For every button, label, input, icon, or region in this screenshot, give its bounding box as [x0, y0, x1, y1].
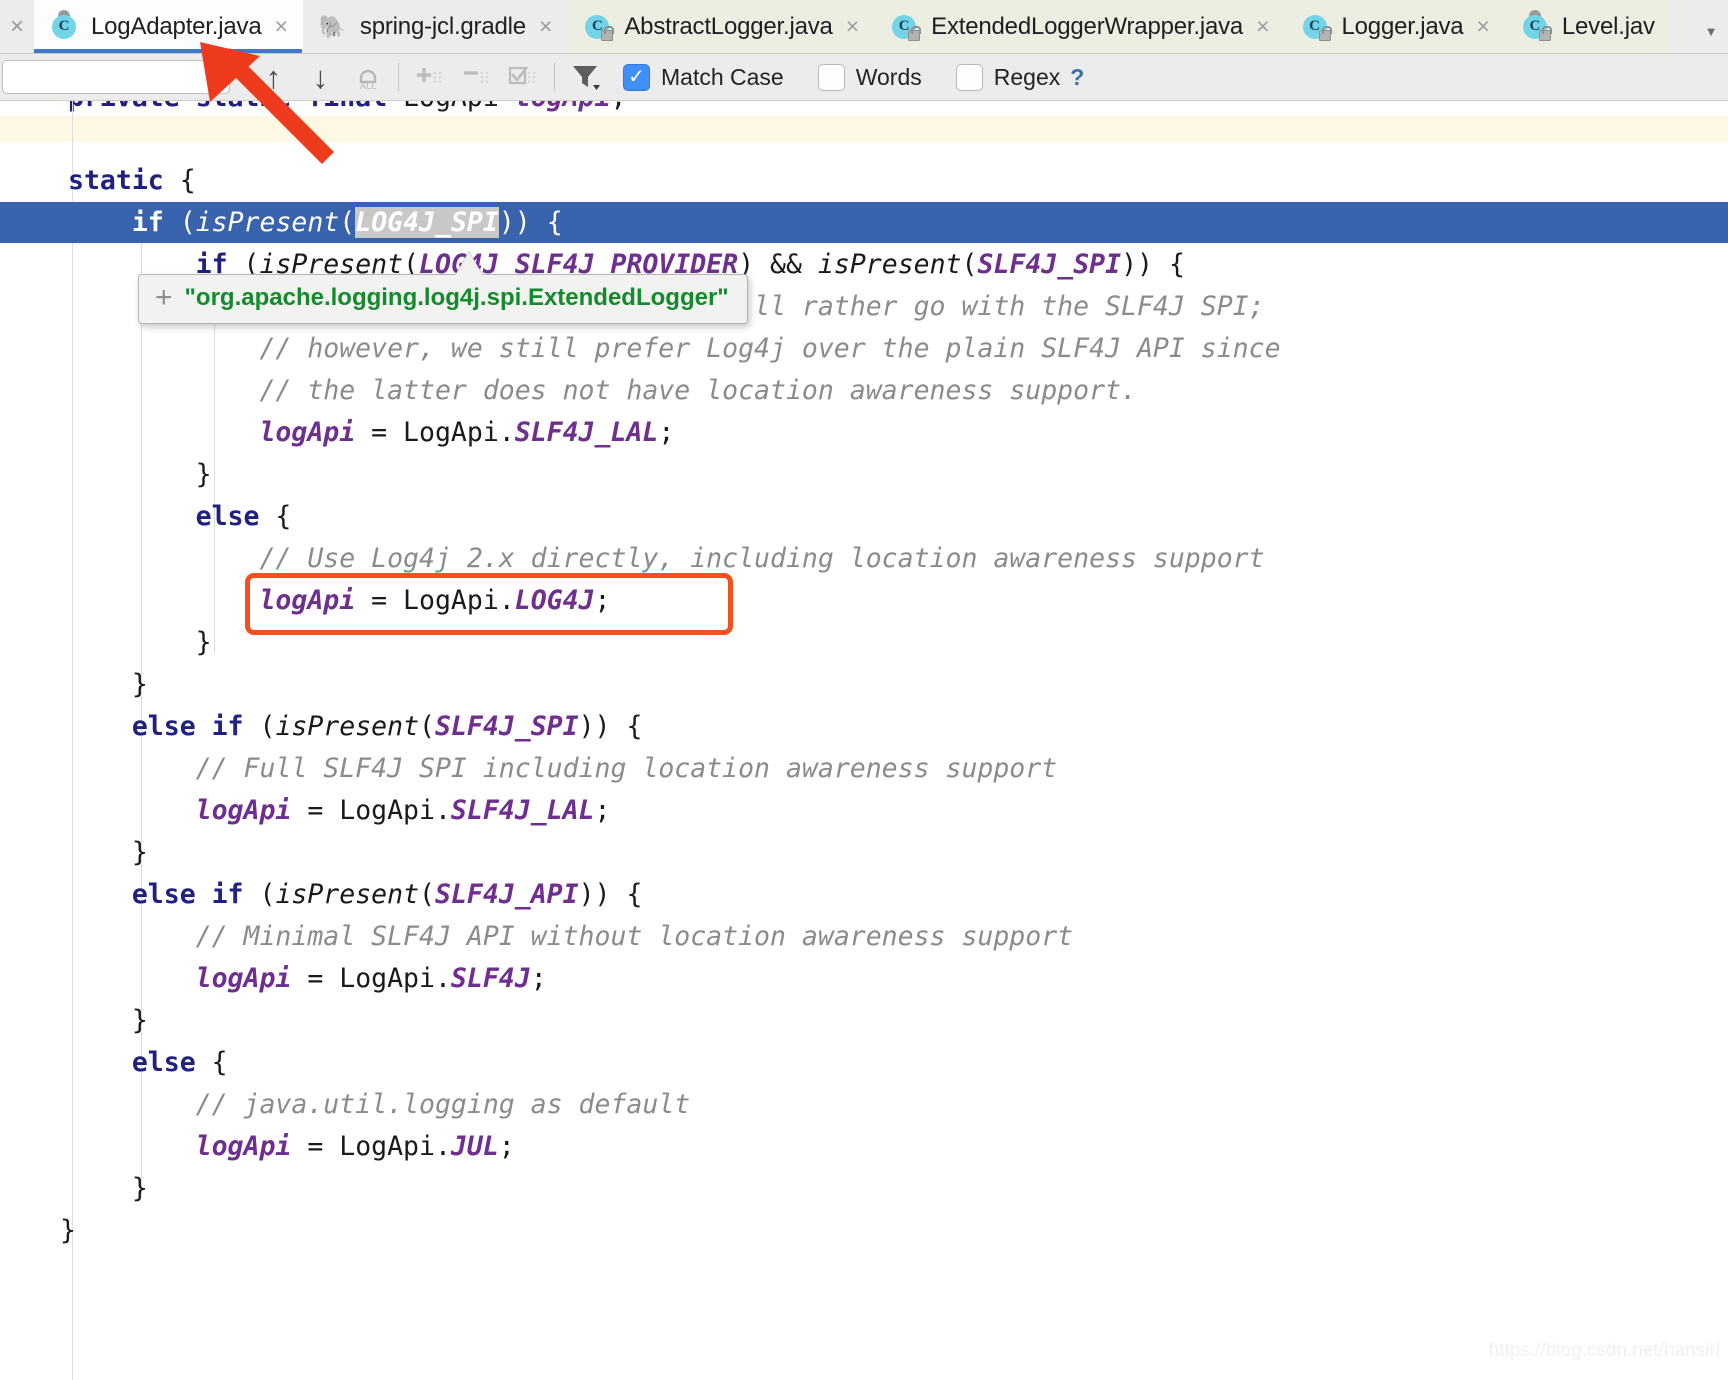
filter-icon: [572, 66, 600, 90]
tooltip-text: "org.apache.logging.log4j.spi.ExtendedLo…: [184, 284, 729, 311]
java-class-locked-icon: C: [890, 12, 922, 42]
tab-label: Level.jav: [1561, 12, 1655, 40]
add-occurrence-button[interactable]: [406, 57, 453, 97]
toolbar-divider: [398, 63, 399, 91]
tab-label: ExtendedLoggerWrapper.java: [931, 12, 1244, 40]
tab-close-icon[interactable]: ×: [1474, 15, 1489, 38]
code-line: logApi = LogApi.SLF4J_LAL;: [259, 417, 675, 448]
string-value-tooltip[interactable]: + "org.apache.logging.log4j.spi.Extended…: [138, 274, 748, 324]
words-label: Words: [855, 63, 922, 90]
code-line: // the latter does not have location awa…: [259, 375, 1137, 406]
code-line-highlighted: logApi = LogApi.LOG4J;: [259, 585, 611, 616]
match-case-checkbox[interactable]: ✓: [623, 63, 650, 91]
lock-icon: [1538, 25, 1552, 41]
tab-level[interactable]: C Level.jav: [1504, 0, 1670, 53]
tab-label: spring-jcl.gradle: [359, 12, 526, 40]
tab-bar-leading-close-icon[interactable]: ×: [0, 0, 34, 53]
code-line: }: [68, 1005, 148, 1036]
code-line: logApi = LogApi.JUL;: [195, 1131, 515, 1162]
expand-plus-icon[interactable]: +: [155, 283, 173, 313]
java-class-locked-icon: C: [1301, 12, 1332, 42]
filter-button[interactable]: [562, 57, 609, 97]
code-line: }: [68, 459, 212, 490]
chevron-down-icon: ▼: [1704, 24, 1718, 39]
java-class-locked-icon: C: [1521, 7, 1552, 42]
regex-label: Regex: [993, 63, 1061, 90]
code-line: }: [68, 837, 148, 868]
check-icon: ✓: [628, 66, 645, 88]
words-option[interactable]: Words: [817, 63, 922, 91]
lock-icon: [1318, 25, 1332, 41]
code-line-active: if (isPresent(LOG4J_SPI)) {: [131, 207, 563, 238]
regex-option[interactable]: Regex: [955, 63, 1061, 91]
plus-selection-icon: [416, 68, 441, 84]
tab-label: Logger.java: [1341, 12, 1464, 40]
remove-occurrence-button[interactable]: [453, 57, 500, 97]
tab-close-icon[interactable]: ×: [537, 15, 552, 38]
code-line: else {: [195, 501, 292, 532]
code-line: logApi = LogApi.SLF4J_LAL;: [195, 795, 611, 826]
words-checkbox[interactable]: [817, 63, 845, 91]
match-case-label: Match Case: [661, 63, 784, 90]
java-class-locked-icon: C: [583, 12, 615, 42]
tab-extended-logger-wrapper[interactable]: C ExtendedLoggerWrapper.java ×: [874, 0, 1285, 53]
watermark: https://blog.csdn.net/hansirl: [1488, 1340, 1720, 1361]
tooltip-pointer: [455, 252, 483, 276]
select-all-matches-button[interactable]: [500, 57, 547, 97]
tab-overflow-chevron-down-icon[interactable]: ▼: [1694, 0, 1728, 53]
minus-selection-icon: [463, 71, 488, 84]
tab-label: LogAdapter.java: [91, 12, 262, 40]
code-line: // Full SLF4J SPI including location awa…: [195, 753, 1058, 784]
code-line: }: [68, 1173, 148, 1204]
lock-icon: [908, 25, 922, 41]
match-case-option[interactable]: ✓ Match Case: [623, 63, 784, 91]
lock-icon: [601, 25, 615, 41]
code-line: else if (isPresent(SLF4J_SPI)) {: [131, 711, 643, 742]
tab-abstract-logger[interactable]: C AbstractLogger.java ×: [567, 0, 875, 53]
code-line: // Use Log4j 2.x directly, including loc…: [259, 543, 1265, 574]
code-line: else {: [131, 1047, 228, 1078]
tab-close-icon[interactable]: ×: [844, 15, 859, 38]
code-line: }: [68, 627, 212, 658]
code-line: // Minimal SLF4J API without location aw…: [195, 921, 1074, 952]
code-line: }: [68, 669, 148, 700]
code-line: // however, we still prefer Log4j over t…: [259, 333, 1281, 364]
gradle-elephant-icon: 🐘: [318, 13, 347, 39]
tab-label: AbstractLogger.java: [624, 12, 833, 40]
java-class-icon: C: [50, 7, 80, 42]
code-line: // java.util.logging as default: [195, 1089, 691, 1120]
tab-close-icon[interactable]: ×: [1254, 15, 1269, 38]
annotation-red-arrow: [200, 42, 335, 165]
code-line: }: [60, 1215, 76, 1246]
tab-close-icon[interactable]: ×: [272, 15, 287, 38]
checkbox-selection-icon: [508, 66, 535, 85]
toolbar-divider: [554, 63, 555, 91]
code-line: logApi = LogApi.SLF4J;: [195, 963, 547, 994]
code-line: else if (isPresent(SLF4J_API)) {: [131, 879, 643, 910]
tab-logger[interactable]: C Logger.java ×: [1284, 0, 1505, 53]
close-icon: ×: [9, 12, 24, 40]
regex-checkbox[interactable]: [955, 63, 983, 91]
regex-help-icon[interactable]: ?: [1070, 64, 1084, 91]
